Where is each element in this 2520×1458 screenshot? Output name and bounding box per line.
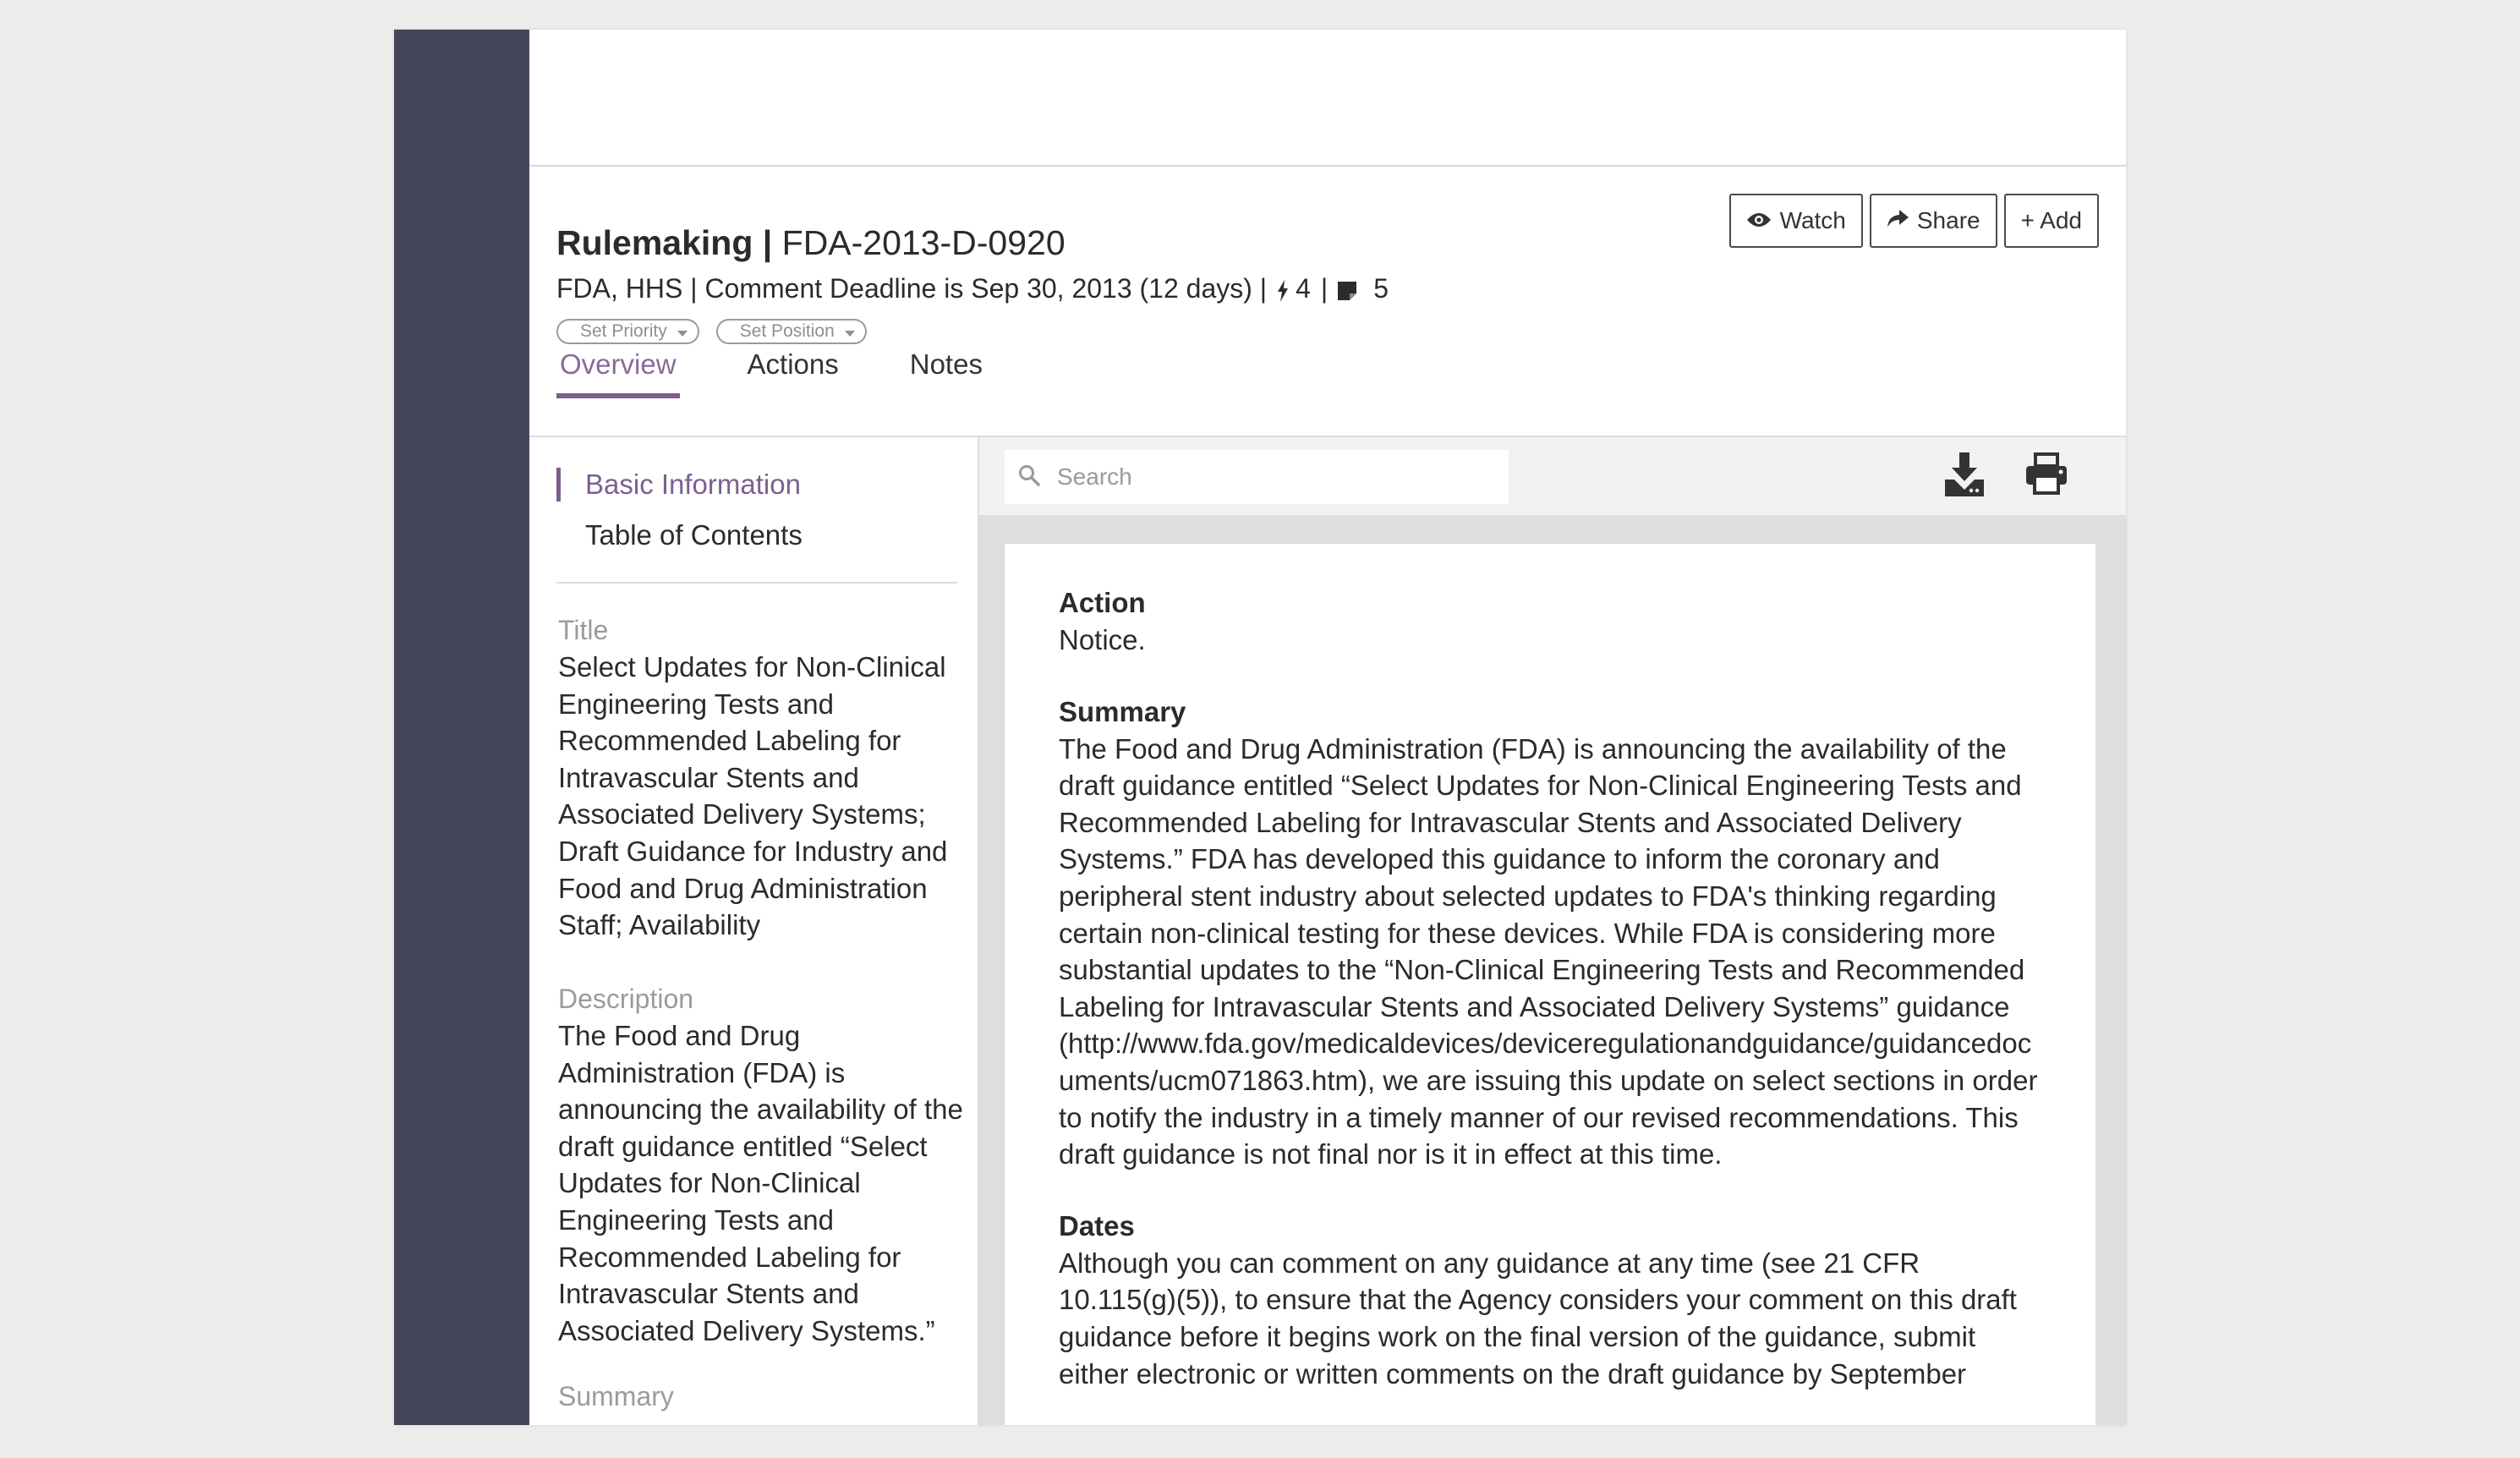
dates-text: Although you can comment on any guidance…: [1059, 1247, 2017, 1389]
document-page: Action Notice. Summary The Food and Drug…: [1005, 544, 2095, 1425]
tab-overview[interactable]: Overview: [556, 344, 680, 398]
document-area: Search Action Notice. Summary The Food a…: [979, 437, 2126, 1425]
summary-field: Summary: [558, 1378, 964, 1415]
nav-basic-information[interactable]: Basic Information: [556, 466, 801, 503]
tab-notes[interactable]: Notes: [907, 344, 986, 398]
title-field: Title Select Updates for Non-Clinical En…: [558, 611, 964, 944]
header-actions: Watch Share + Add: [1728, 194, 2099, 248]
description-label: Description: [558, 984, 694, 1014]
share-label: Share: [1916, 207, 1980, 233]
dates-heading: Dates: [1059, 1209, 1135, 1241]
docket-id: FDA-2013-D-0920: [781, 223, 1066, 262]
search-input[interactable]: Search: [1005, 450, 1509, 504]
nav-table-of-contents[interactable]: Table of Contents: [556, 517, 803, 554]
eye-icon: [1746, 207, 1772, 234]
description-value: The Food and Drug Administration (FDA) i…: [558, 1020, 963, 1346]
nav-divider: [556, 582, 957, 584]
title-separator: |: [753, 223, 782, 262]
chevron-down-icon: [677, 331, 688, 337]
download-icon[interactable]: [1943, 452, 1986, 501]
search-placeholder: Search: [1057, 463, 1132, 490]
note-icon: [1338, 271, 1357, 305]
left-panel: Basic Information Table of Contents Titl…: [529, 437, 979, 1425]
app-window: Rulemaking | FDA-2013-D-0920 FDA, HHS | …: [394, 30, 2126, 1425]
search-icon: [1018, 464, 1040, 491]
set-priority-label: Set Priority: [580, 321, 667, 341]
action-text: Notice.: [1059, 624, 1146, 655]
add-label: + Add: [2020, 207, 2082, 233]
record-header: Rulemaking | FDA-2013-D-0920 FDA, HHS | …: [529, 167, 2126, 437]
title-label: Title: [558, 615, 609, 645]
set-position-dropdown[interactable]: Set Position: [715, 319, 867, 344]
record-settings: Set Priority Set Position: [556, 319, 867, 344]
page-title: Rulemaking | FDA-2013-D-0920: [556, 222, 1066, 263]
tab-actions[interactable]: Actions: [744, 344, 842, 398]
share-button[interactable]: Share: [1869, 194, 1997, 248]
document-toolbar: Search: [979, 437, 2126, 515]
notes-count: 5: [1373, 273, 1389, 304]
summary-heading: Summary: [1059, 695, 1186, 727]
description-field: Description The Food and Drug Administra…: [558, 980, 964, 1349]
activity-count: 4: [1296, 273, 1311, 304]
record-type: Rulemaking: [556, 223, 753, 262]
app-sidebar: [394, 30, 529, 1425]
title-value: Select Updates for Non-Clinical Engineer…: [558, 651, 948, 941]
top-bar: [529, 30, 2126, 167]
summary-label: Summary: [558, 1381, 674, 1411]
summary-text: The Food and Drug Administration (FDA) i…: [1059, 732, 2038, 1170]
watch-label: Watch: [1779, 207, 1846, 233]
action-heading: Action: [1059, 587, 1146, 618]
add-button[interactable]: + Add: [2003, 194, 2099, 248]
count-separator: |: [1320, 273, 1328, 304]
agency-deadline-text: FDA, HHS | Comment Deadline is Sep 30, 2…: [556, 273, 1268, 304]
set-priority-dropdown[interactable]: Set Priority: [556, 319, 699, 344]
chevron-down-icon: [844, 331, 855, 337]
lightning-icon: [1277, 271, 1289, 305]
tab-bar: Overview Actions Notes: [556, 344, 1050, 398]
record-subtitle: FDA, HHS | Comment Deadline is Sep 30, 2…: [556, 271, 1389, 305]
set-position-label: Set Position: [739, 321, 835, 341]
print-icon[interactable]: [2024, 452, 2068, 499]
share-icon: [1887, 207, 1909, 234]
watch-button[interactable]: Watch: [1728, 194, 1863, 248]
